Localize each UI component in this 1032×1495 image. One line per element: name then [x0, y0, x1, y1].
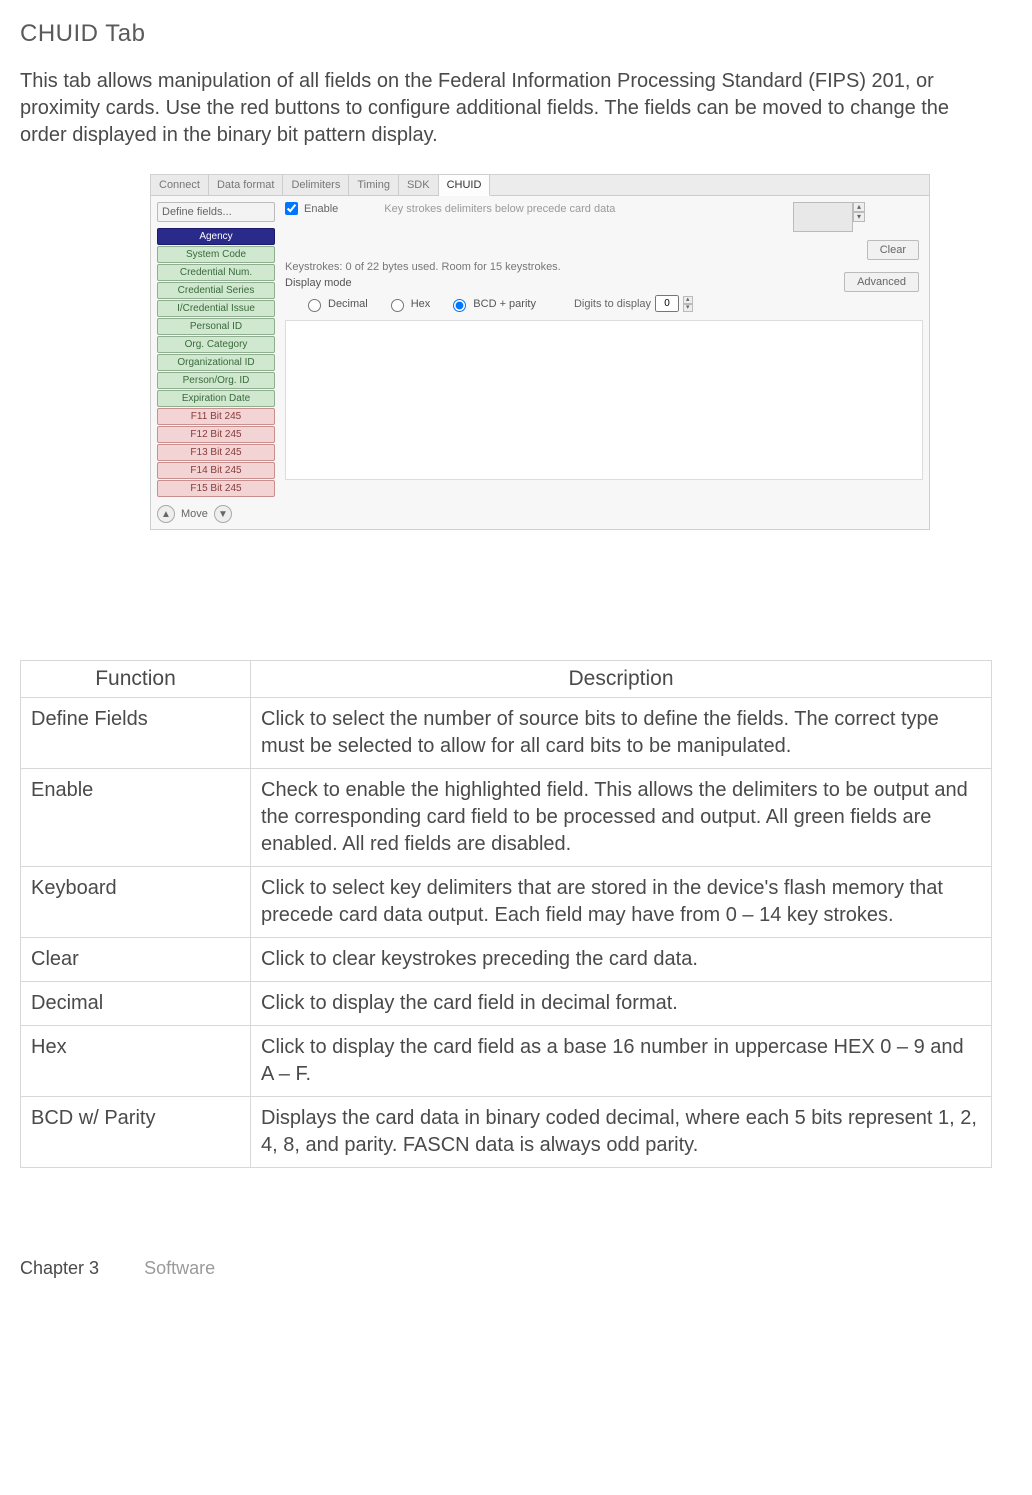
footer-chapter: Chapter 3	[20, 1258, 99, 1278]
table-cell-function: Define Fields	[21, 698, 251, 769]
field-item[interactable]: Person/Org. ID	[157, 372, 275, 389]
table-row: KeyboardClick to select key delimiters t…	[21, 867, 992, 938]
field-item[interactable]: I/Credential Issue	[157, 300, 275, 317]
table-cell-description: Displays the card data in binary coded d…	[251, 1097, 992, 1168]
field-item[interactable]: Credential Num.	[157, 264, 275, 281]
intro-text: This tab allows manipulation of all fiel…	[20, 68, 992, 149]
table-cell-description: Check to enable the highlighted field. T…	[251, 769, 992, 867]
radio-bcd[interactable]: BCD + parity	[448, 296, 536, 312]
table-header-description: Description	[251, 661, 992, 698]
table-cell-function: Enable	[21, 769, 251, 867]
table-row: HexClick to display the card field as a …	[21, 1026, 992, 1097]
move-up-icon[interactable]: ▲	[157, 505, 175, 523]
display-mode-label: Display mode	[285, 277, 923, 289]
radio-decimal-label: Decimal	[328, 298, 368, 310]
app-screenshot: ConnectData formatDelimitersTimingSDKCHU…	[150, 174, 930, 530]
field-list: AgencySystem CodeCredential Num.Credenti…	[157, 228, 275, 497]
tab-timing[interactable]: Timing	[349, 175, 399, 195]
table-cell-function: Decimal	[21, 982, 251, 1026]
field-item[interactable]: Expiration Date	[157, 390, 275, 407]
table-cell-function: Keyboard	[21, 867, 251, 938]
tab-chuid[interactable]: CHUID	[439, 175, 491, 196]
page-title: CHUID Tab	[20, 20, 992, 48]
define-fields-button[interactable]: Define fields...	[157, 202, 275, 222]
keyboard-spinner[interactable]: ▴▾	[853, 202, 865, 222]
table-row: EnableCheck to enable the highlighted fi…	[21, 769, 992, 867]
table-row: ClearClick to clear keystrokes preceding…	[21, 938, 992, 982]
move-controls: ▲ Move ▼	[157, 505, 275, 523]
footer-section: Software	[144, 1258, 215, 1278]
radio-hex[interactable]: Hex	[386, 296, 431, 312]
output-area	[285, 320, 923, 480]
table-header-function: Function	[21, 661, 251, 698]
radio-bcd-label: BCD + parity	[473, 298, 536, 310]
field-item[interactable]: F13 Bit 245	[157, 444, 275, 461]
table-cell-function: Hex	[21, 1026, 251, 1097]
table-cell-description: Click to display the card field in decim…	[251, 982, 992, 1026]
digits-stepper[interactable]: ▴▾	[683, 296, 693, 312]
description-table: Function Description Define FieldsClick …	[20, 660, 992, 1168]
tab-delimiters[interactable]: Delimiters	[283, 175, 349, 195]
radio-decimal[interactable]: Decimal	[303, 296, 368, 312]
table-cell-function: Clear	[21, 938, 251, 982]
field-item[interactable]: Agency	[157, 228, 275, 245]
table-cell-description: Click to clear keystrokes preceding the …	[251, 938, 992, 982]
field-item[interactable]: Organizational ID	[157, 354, 275, 371]
field-item[interactable]: System Code	[157, 246, 275, 263]
radio-hex-label: Hex	[411, 298, 431, 310]
keystrokes-status: Keystrokes: 0 of 22 bytes used. Room for…	[285, 261, 923, 273]
tabs-row: ConnectData formatDelimitersTimingSDKCHU…	[151, 175, 929, 196]
clear-button[interactable]: Clear	[867, 240, 919, 260]
enable-note: Key strokes delimiters below precede car…	[384, 203, 615, 215]
table-row: BCD w/ ParityDisplays the card data in b…	[21, 1097, 992, 1168]
field-item[interactable]: F15 Bit 245	[157, 480, 275, 497]
field-item[interactable]: Org. Category	[157, 336, 275, 353]
table-cell-description: Click to display the card field as a bas…	[251, 1026, 992, 1097]
digits-label: Digits to display	[574, 298, 651, 310]
field-item[interactable]: Personal ID	[157, 318, 275, 335]
table-row: DecimalClick to display the card field i…	[21, 982, 992, 1026]
field-item[interactable]: F14 Bit 245	[157, 462, 275, 479]
enable-checkbox[interactable]	[285, 202, 298, 215]
enable-label: Enable	[304, 203, 338, 215]
page-footer: Chapter 3 Software	[20, 1258, 992, 1279]
move-label: Move	[181, 508, 208, 520]
field-item[interactable]: F12 Bit 245	[157, 426, 275, 443]
tab-data-format[interactable]: Data format	[209, 175, 283, 195]
table-cell-description: Click to select key delimiters that are …	[251, 867, 992, 938]
field-item[interactable]: F11 Bit 245	[157, 408, 275, 425]
table-row: Define FieldsClick to select the number …	[21, 698, 992, 769]
table-cell-description: Click to select the number of source bit…	[251, 698, 992, 769]
keyboard-preview	[793, 202, 853, 232]
advanced-button[interactable]: Advanced	[844, 272, 919, 292]
tab-sdk[interactable]: SDK	[399, 175, 439, 195]
move-down-icon[interactable]: ▼	[214, 505, 232, 523]
table-cell-function: BCD w/ Parity	[21, 1097, 251, 1168]
tab-connect[interactable]: Connect	[151, 175, 209, 195]
digits-input[interactable]	[655, 295, 679, 312]
field-item[interactable]: Credential Series	[157, 282, 275, 299]
